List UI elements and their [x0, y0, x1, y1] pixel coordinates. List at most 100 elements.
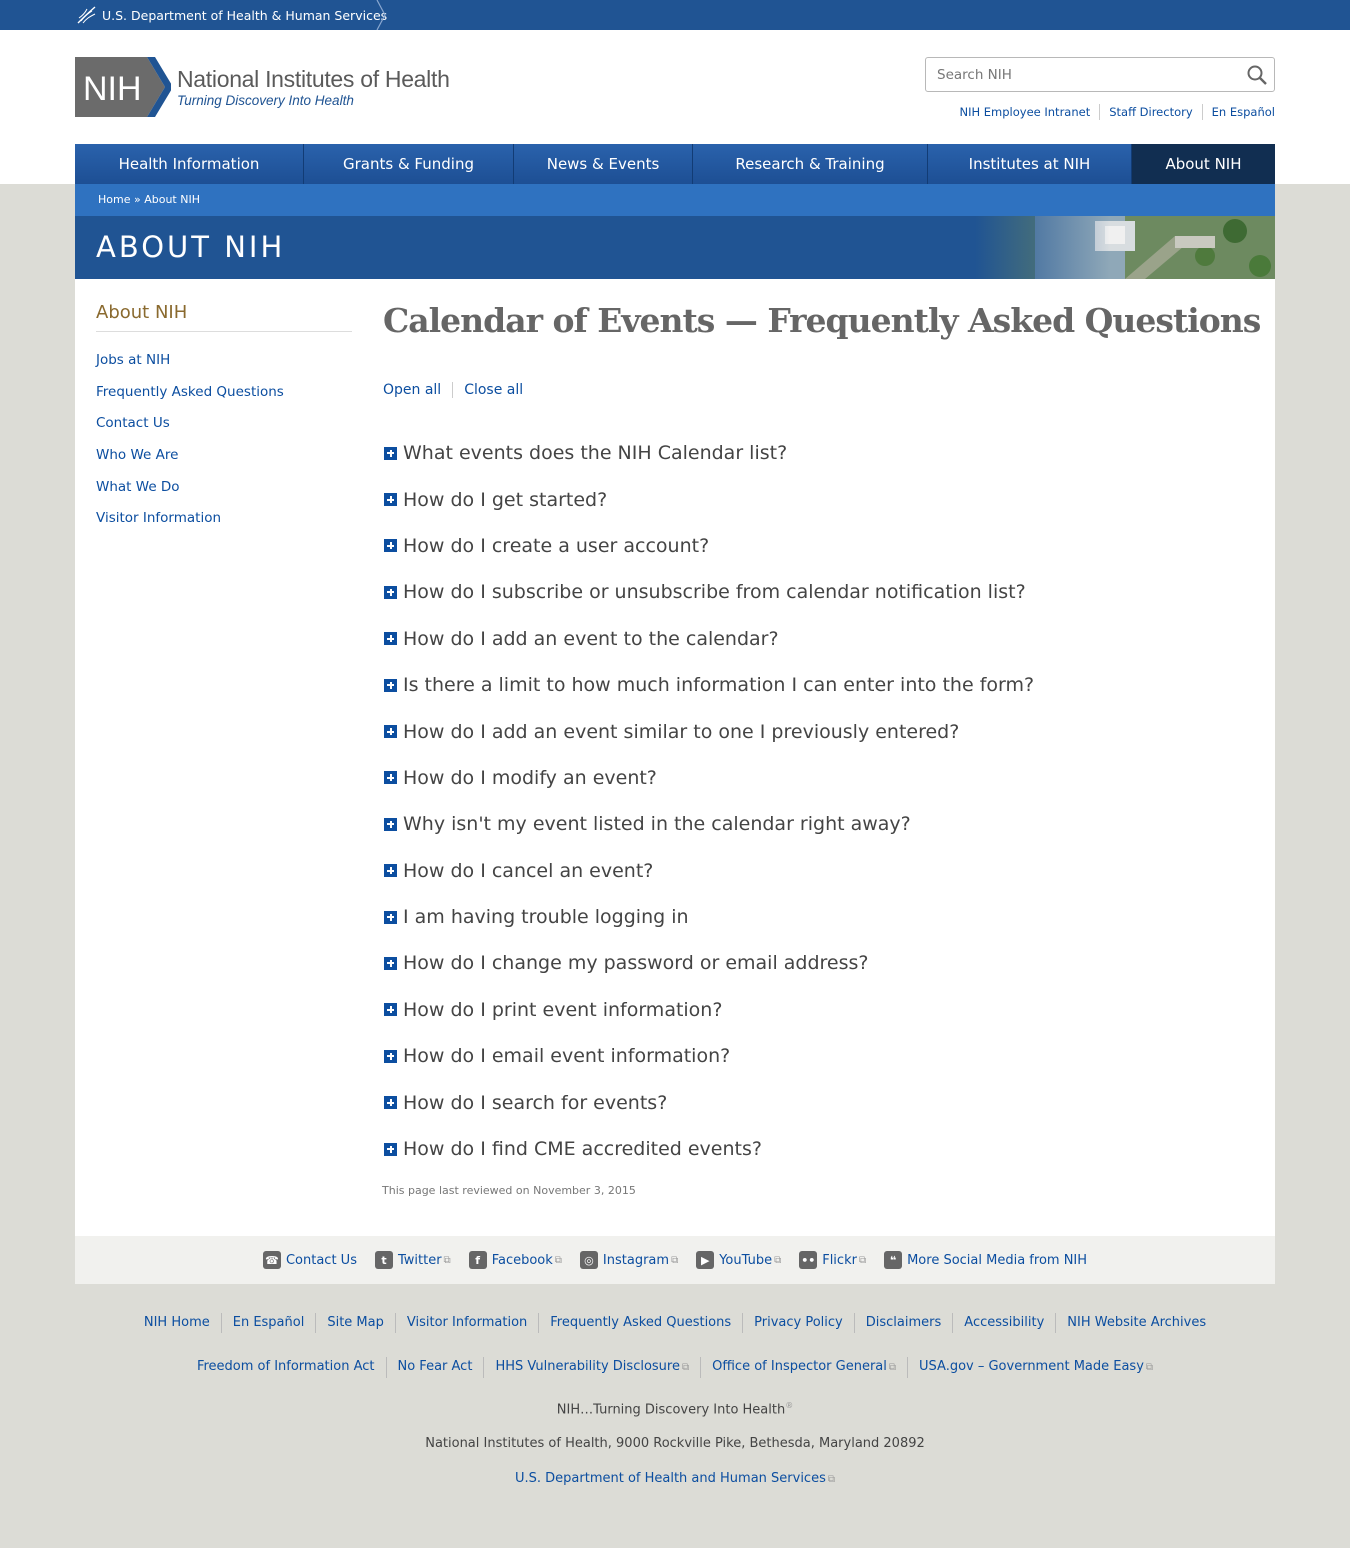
faq-question[interactable]: How do I print event information? [403, 999, 722, 1021]
social-flickr[interactable]: •• Flickr ⧉ [799, 1251, 866, 1269]
sidebar-title[interactable]: About NIH [96, 302, 352, 332]
sidebar-item-contact: Contact Us [96, 407, 352, 439]
faq-item[interactable]: How do I change my password or email add… [384, 940, 1034, 986]
social-more[interactable]: ❝ More Social Media from NIH [884, 1251, 1087, 1269]
footer-link-nih-home[interactable]: NIH Home [133, 1313, 221, 1333]
expand-plus-icon[interactable] [384, 1096, 397, 1110]
footer-link-foia[interactable]: Freedom of Information Act [186, 1357, 386, 1378]
faq-question[interactable]: How do I find CME accredited events? [403, 1138, 762, 1160]
social-contact-us[interactable]: ☎ Contact Us [262, 1251, 357, 1269]
faq-item[interactable]: What events does the NIH Calendar list? [384, 430, 1034, 476]
footer-link-archives[interactable]: NIH Website Archives [1055, 1313, 1217, 1333]
footer-link-oig[interactable]: Office of Inspector General ⧉ [700, 1357, 907, 1378]
sidebar-link-who-we-are[interactable]: Who We Are [96, 447, 178, 463]
footer-link-espanol[interactable]: En Español [220, 1313, 316, 1333]
sidebar-link-visitor-info[interactable]: Visitor Information [96, 510, 221, 526]
nav-news-events[interactable]: News & Events [514, 144, 693, 184]
footer-link-usagov[interactable]: USA.gov – Government Made Easy ⧉ [907, 1357, 1164, 1378]
footer-link-vulnerability[interactable]: HHS Vulnerability Disclosure ⧉ [483, 1357, 700, 1378]
social-facebook[interactable]: f Facebook ⧉ [468, 1251, 562, 1269]
faq-question[interactable]: How do I create a user account? [403, 535, 709, 557]
nav-health-information[interactable]: Health Information [75, 144, 304, 184]
faq-item[interactable]: How do I add an event similar to one I p… [384, 708, 1034, 754]
expand-plus-icon[interactable] [384, 1142, 397, 1156]
faq-question[interactable]: How do I modify an event? [403, 767, 657, 789]
faq-item[interactable]: Is there a limit to how much information… [384, 662, 1034, 708]
expand-plus-icon[interactable] [384, 493, 397, 507]
main-nav: Health Information Grants & Funding News… [75, 144, 1275, 184]
open-all-link[interactable]: Open all [383, 382, 452, 398]
footer-link-faq[interactable]: Frequently Asked Questions [538, 1313, 742, 1333]
faq-question[interactable]: How do I subscribe or unsubscribe from c… [403, 581, 1026, 603]
sidebar-link-faq[interactable]: Frequently Asked Questions [96, 384, 284, 400]
footer-link-accessibility[interactable]: Accessibility [952, 1313, 1055, 1333]
footer-link-disclaimers[interactable]: Disclaimers [853, 1313, 953, 1333]
banner-title: ABOUT NIH [96, 230, 286, 264]
expand-plus-icon[interactable] [384, 725, 397, 739]
faq-item[interactable]: How do I search for events? [384, 1079, 1034, 1125]
footer-link-no-fear[interactable]: No Fear Act [385, 1357, 484, 1378]
faq-question[interactable]: I am having trouble logging in [403, 906, 689, 928]
sidebar-link-jobs[interactable]: Jobs at NIH [96, 352, 170, 368]
campus-aerial-image [975, 216, 1275, 279]
search-input[interactable] [937, 65, 1237, 85]
expand-plus-icon[interactable] [384, 956, 397, 970]
faq-item[interactable]: Why isn't my event listed in the calenda… [384, 801, 1034, 847]
faq-question[interactable]: What events does the NIH Calendar list? [403, 442, 787, 464]
faq-question[interactable]: How do I email event information? [403, 1045, 730, 1067]
sidebar-link-contact[interactable]: Contact Us [96, 415, 170, 431]
expand-plus-icon[interactable] [384, 539, 397, 553]
social-twitter[interactable]: t Twitter ⧉ [374, 1251, 451, 1269]
faq-question[interactable]: How do I change my password or email add… [403, 952, 869, 974]
nav-institutes[interactable]: Institutes at NIH [928, 144, 1132, 184]
expand-plus-icon[interactable] [384, 585, 397, 599]
faq-question[interactable]: How do I cancel an event? [403, 860, 653, 882]
faq-question[interactable]: How do I search for events? [403, 1092, 667, 1114]
expand-plus-icon[interactable] [384, 817, 397, 831]
sidebar-link-what-we-do[interactable]: What We Do [96, 479, 180, 495]
faq-item[interactable]: How do I print event information? [384, 987, 1034, 1033]
nih-logo[interactable]: NIH National Institutes of Health Turnin… [75, 57, 450, 117]
faq-item[interactable]: How do I cancel an event? [384, 848, 1034, 894]
faq-question[interactable]: How do I add an event similar to one I p… [403, 721, 959, 743]
staff-directory-link[interactable]: Staff Directory [1099, 104, 1201, 120]
hhs-link[interactable]: U.S. Department of Health & Human Servic… [102, 8, 387, 23]
faq-question[interactable]: Is there a limit to how much information… [403, 674, 1034, 696]
breadcrumb: Home » About NIH [75, 184, 1275, 216]
close-all-link[interactable]: Close all [452, 382, 534, 398]
search-icon[interactable] [1246, 64, 1268, 86]
expand-plus-icon[interactable] [384, 771, 397, 785]
footer-link-privacy[interactable]: Privacy Policy [742, 1313, 854, 1333]
expand-plus-icon[interactable] [384, 1003, 397, 1017]
expand-plus-icon[interactable] [384, 910, 397, 924]
faq-question[interactable]: How do I add an event to the calendar? [403, 628, 779, 650]
nav-research-training[interactable]: Research & Training [693, 144, 928, 184]
employee-intranet-link[interactable]: NIH Employee Intranet [950, 104, 1099, 120]
expand-plus-icon[interactable] [384, 446, 397, 460]
nav-grants-funding[interactable]: Grants & Funding [304, 144, 514, 184]
flickr-icon: •• [799, 1251, 818, 1269]
faq-item[interactable]: I am having trouble logging in [384, 894, 1034, 940]
expand-plus-icon[interactable] [384, 632, 397, 646]
social-instagram[interactable]: ◎ Instagram ⧉ [579, 1251, 678, 1269]
faq-question[interactable]: Why isn't my event listed in the calenda… [403, 813, 911, 835]
faq-item[interactable]: How do I email event information? [384, 1033, 1034, 1079]
faq-item[interactable]: How do I modify an event? [384, 755, 1034, 801]
social-youtube[interactable]: ▶ YouTube ⧉ [696, 1251, 781, 1269]
footer-hhs-link[interactable]: U.S. Department of Health and Human Serv… [515, 1471, 835, 1486]
faq-item[interactable]: How do I add an event to the calendar? [384, 616, 1034, 662]
footer-link-visitor-info[interactable]: Visitor Information [394, 1313, 538, 1333]
faq-item[interactable]: How do I find CME accredited events? [384, 1126, 1034, 1172]
nav-about-nih[interactable]: About NIH [1132, 144, 1275, 184]
expand-plus-icon[interactable] [384, 864, 397, 878]
breadcrumb-text[interactable]: Home » About NIH [98, 193, 200, 206]
expand-plus-icon[interactable] [384, 1049, 397, 1063]
footer-link-site-map[interactable]: Site Map [315, 1313, 395, 1333]
sidebar: About NIH Jobs at NIH Frequently Asked Q… [96, 302, 352, 534]
expand-plus-icon[interactable] [384, 678, 397, 692]
faq-item[interactable]: How do I create a user account? [384, 523, 1034, 569]
faq-item[interactable]: How do I subscribe or unsubscribe from c… [384, 569, 1034, 615]
faq-item[interactable]: How do I get started? [384, 476, 1034, 522]
faq-question[interactable]: How do I get started? [403, 489, 607, 511]
espanol-link[interactable]: En Español [1201, 104, 1275, 120]
